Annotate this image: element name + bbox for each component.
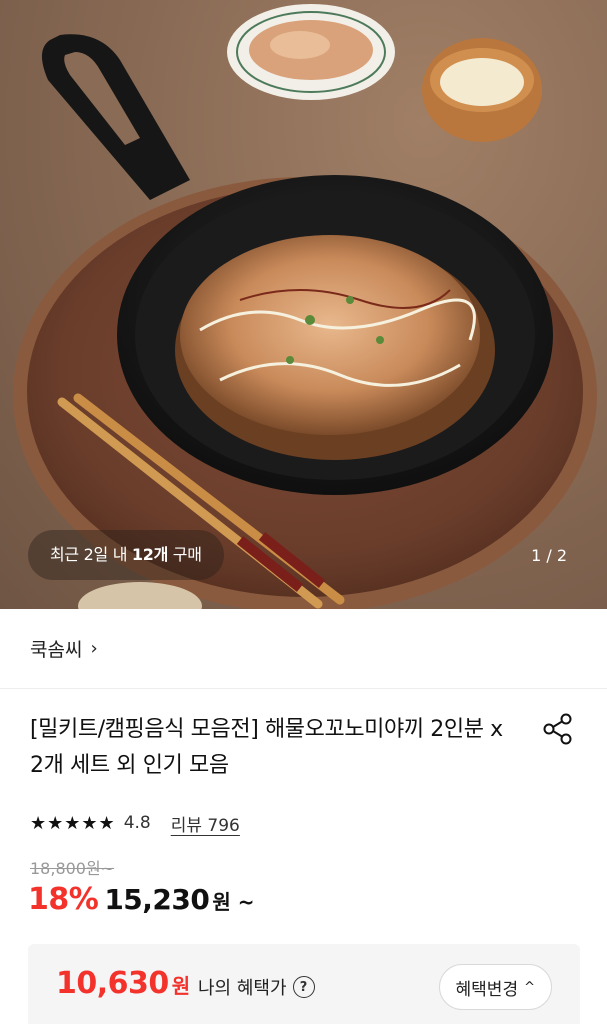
product-detail-page: 최근 2일 내 12개 구매 1 / 2 쿡솜씨 › [밀키트/캠핑음식 모음전… [0,0,607,1024]
purchase-count: 12개 [131,545,169,564]
share-icon[interactable] [540,712,576,746]
rating-value: 4.8 [123,813,151,833]
purchase-prefix: 최근 2일 내 [50,545,132,564]
purchase-suffix: 구매 [168,545,202,564]
chevron-up-icon: ^ [524,979,535,995]
sale-price-unit: 원 ~ [212,890,255,914]
recent-purchase-badge: 최근 2일 내 12개 구매 [28,530,224,580]
benefit-price-box: 10,630 원 나의 혜택가 ? 혜택변경 ^ [28,944,580,1024]
discount-rate: 18% [28,882,99,917]
change-benefit-label: 혜택변경 [455,979,519,1000]
benefit-price-value: 10,630 [56,966,169,1001]
seller-link[interactable]: 쿡솜씨 › [0,609,607,689]
benefit-price: 10,630 원 [56,966,190,1001]
product-title: [밀키트/캠핑음식 모음전] 해물오꼬노미야끼 2인분 x 2개 세트 외 인기… [30,717,503,778]
product-image-gallery[interactable]: 최근 2일 내 12개 구매 1 / 2 [0,0,607,609]
seller-name: 쿡솜씨 [30,639,83,661]
help-icon[interactable]: ? [292,976,315,998]
product-photo [13,4,597,609]
sale-price: 15,230 [104,883,210,916]
gallery-page-indicator: 1 / 2 [531,546,567,565]
benefit-label-text: 나의 혜택가 [198,978,287,999]
original-price: 18,800원~ [30,859,115,878]
review-link[interactable]: 리뷰 796 [171,811,240,836]
change-benefit-button[interactable]: 혜택변경 ^ [438,964,552,1010]
star-icon: ★★★★★ [30,812,116,834]
benefit-price-unit: 원 [171,974,190,998]
chevron-right-icon: › [90,638,98,659]
benefit-label: 나의 혜택가 ? [198,974,315,1000]
rating-row: ★★★★★ 4.8 리뷰 796 [30,810,240,836]
price-row: 18% 15,230 원 ~ [28,882,255,922]
